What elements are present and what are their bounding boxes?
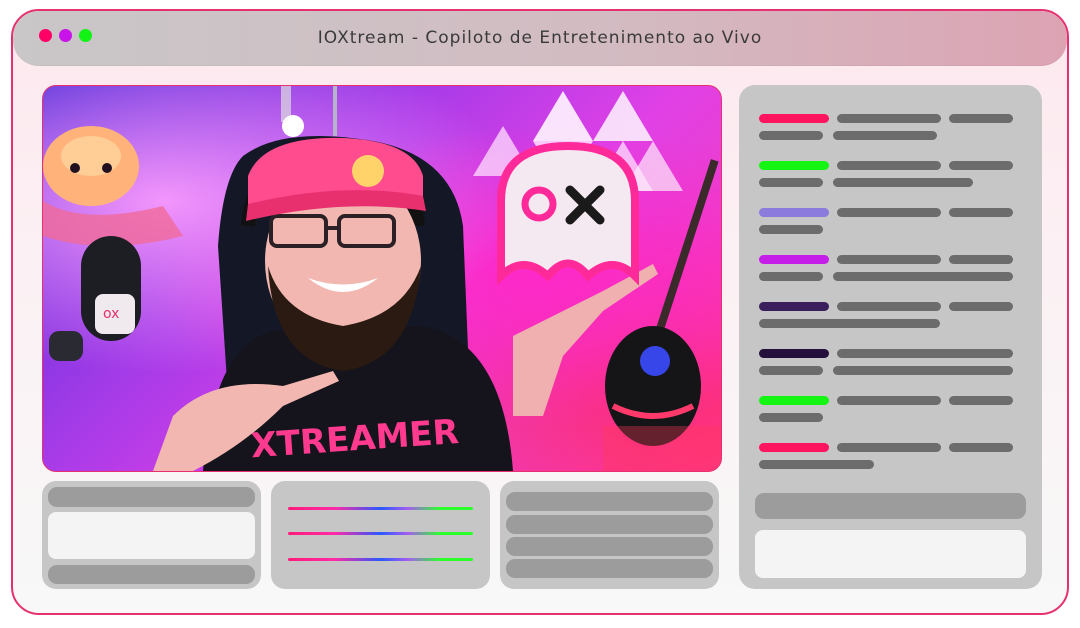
chat-username[interactable] — [759, 349, 829, 358]
level-meter-2 — [288, 532, 473, 535]
chat-message — [759, 161, 1019, 201]
chat-text-line — [837, 396, 941, 405]
chat-text-line — [949, 161, 1013, 170]
chat-panel — [739, 85, 1042, 589]
chat-input[interactable] — [755, 530, 1026, 578]
chat-text-line — [949, 443, 1013, 452]
control-panel-2 — [271, 481, 490, 589]
panel-3-item-3[interactable] — [506, 537, 713, 556]
chat-text-line — [837, 255, 941, 264]
panel-1-footer[interactable] — [48, 565, 255, 584]
chat-text-line — [833, 272, 1013, 281]
ox-logo — [497, 141, 639, 286]
chat-message — [759, 302, 1019, 342]
chat-username[interactable] — [759, 443, 829, 452]
chat-text-line — [833, 131, 937, 140]
chat-text-line — [759, 131, 823, 140]
chat-username[interactable] — [759, 208, 829, 217]
panel-3-item-4[interactable] — [506, 559, 713, 578]
chat-message — [759, 208, 1019, 248]
chat-message — [759, 443, 1019, 483]
chat-message — [759, 114, 1019, 154]
control-panel-3 — [500, 481, 719, 589]
title-bar: IOXtream - Copiloto de Entretenimento ao… — [13, 11, 1067, 66]
level-meter-3 — [288, 558, 473, 561]
panel-1-header — [48, 487, 255, 507]
svg-text:ox: ox — [103, 306, 119, 322]
chat-text-line — [837, 349, 1013, 358]
chat-text-line — [837, 302, 941, 311]
chat-text-line — [759, 178, 823, 187]
chat-username[interactable] — [759, 302, 829, 311]
panel-3-item-2[interactable] — [506, 515, 713, 534]
chat-username[interactable] — [759, 396, 829, 405]
chat-text-line — [837, 443, 941, 452]
chat-text-line — [949, 208, 1013, 217]
panel-1-input[interactable] — [48, 512, 255, 559]
chat-username[interactable] — [759, 255, 829, 264]
streamer-scene: ox XTREAMER — [43, 86, 721, 471]
video-preview[interactable]: ox XTREAMER — [42, 85, 722, 472]
panel-3-item-1[interactable] — [506, 492, 713, 511]
chat-username[interactable] — [759, 161, 829, 170]
chat-text-line — [949, 255, 1013, 264]
chat-toolbar[interactable] — [755, 493, 1026, 519]
app-window: IOXtream - Copiloto de Entretenimento ao… — [11, 9, 1069, 615]
chat-text-line — [949, 302, 1013, 311]
chat-username[interactable] — [759, 114, 829, 123]
chat-text-line — [833, 366, 1013, 375]
chat-text-line — [759, 460, 874, 469]
chat-text-line — [759, 366, 823, 375]
chat-text-line — [837, 161, 941, 170]
chat-message — [759, 349, 1019, 389]
chat-text-line — [759, 319, 940, 328]
level-meter-1 — [288, 507, 473, 510]
chat-text-line — [759, 225, 823, 234]
chat-text-line — [759, 413, 823, 422]
chat-text-line — [949, 396, 1013, 405]
chat-text-line — [837, 114, 941, 123]
chat-message — [759, 396, 1019, 436]
window-title: IOXtream - Copiloto de Entretenimento ao… — [317, 28, 763, 48]
chat-message — [759, 255, 1019, 295]
chat-text-line — [837, 208, 941, 217]
control-panel-1 — [42, 481, 261, 589]
chat-text-line — [833, 178, 973, 187]
chat-text-line — [949, 114, 1013, 123]
chat-text-line — [759, 272, 823, 281]
